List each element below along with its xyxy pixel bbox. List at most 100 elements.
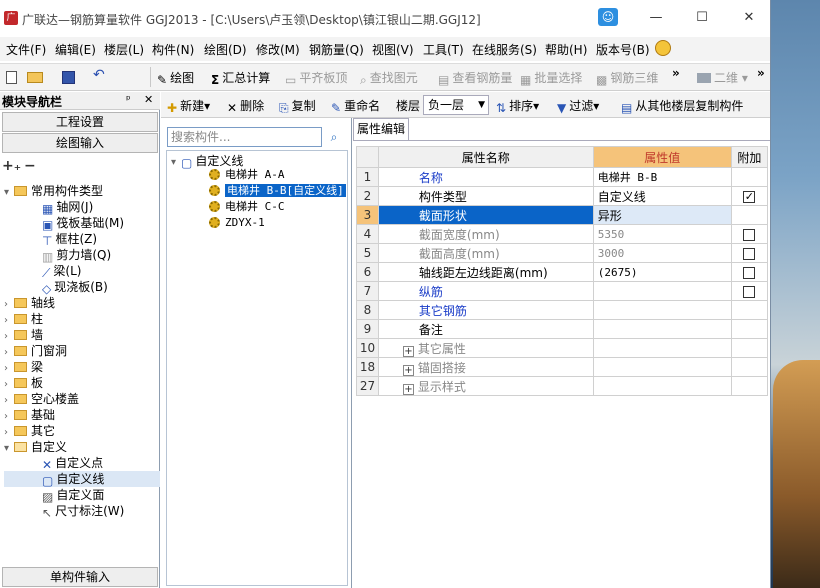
smiley-help-icon[interactable]: ☺ bbox=[598, 8, 618, 26]
property-row[interactable]: 4 截面宽度(mm) 5350 bbox=[356, 224, 769, 244]
property-row[interactable]: 6 轴线距左边线距离(mm) (2675) bbox=[356, 262, 769, 282]
tree-item-custom-point[interactable]: ✕ 自定义点 bbox=[4, 455, 160, 472]
undo-icon[interactable]: ↶ bbox=[93, 67, 105, 83]
property-row[interactable]: 1 名称 电梯井 B-B bbox=[356, 167, 769, 187]
property-value[interactable]: (2675) bbox=[592, 262, 732, 282]
toolbar-overflow-icon-2[interactable]: » bbox=[757, 66, 765, 80]
tree-node-custom[interactable]: ▾ 自定义 bbox=[4, 439, 160, 455]
nav-close-icon[interactable]: ✕ bbox=[144, 93, 153, 106]
property-row[interactable]: 2 构件类型 自定义线 ✓ bbox=[356, 186, 769, 206]
menu-modify[interactable]: 修改(M) bbox=[256, 41, 300, 58]
single-component-input-button[interactable]: 单构件输入 bbox=[2, 567, 158, 587]
tree-node-other[interactable]: › 其它 bbox=[4, 423, 160, 439]
component-item[interactable]: 电梯井 A-A bbox=[167, 167, 347, 183]
checkbox[interactable] bbox=[743, 285, 756, 298]
property-value[interactable]: 异形 bbox=[592, 205, 732, 225]
maximize-button[interactable]: ☐ bbox=[688, 6, 716, 30]
user-face-icon[interactable] bbox=[655, 40, 671, 56]
menu-version[interactable]: 版本号(B) bbox=[596, 41, 650, 58]
checkbox[interactable] bbox=[743, 266, 756, 279]
delete-button[interactable]: ✕ 删除 bbox=[227, 97, 264, 115]
collapse-all-icon[interactable]: − bbox=[24, 158, 36, 174]
tree-node-slab[interactable]: › 板 bbox=[4, 375, 160, 391]
component-item-selected[interactable]: 电梯井 B-B[自定义线] bbox=[167, 183, 347, 199]
find-element-button[interactable]: ⌕ 查找图元 bbox=[360, 69, 418, 88]
expand-plus-icon[interactable]: + bbox=[402, 383, 414, 395]
pin-icon[interactable]: ᵖ bbox=[126, 93, 131, 106]
open-folder-icon[interactable] bbox=[27, 72, 43, 83]
component-tree-root[interactable]: ▾ ▢ 自定义线 bbox=[167, 151, 347, 170]
drawing-input-button[interactable]: 绘图输入 bbox=[2, 133, 158, 153]
tree-node-wall[interactable]: › 墙 bbox=[4, 327, 160, 343]
close-button[interactable]: ✕ bbox=[735, 6, 763, 30]
copy-from-floor-button[interactable]: ▤ 从其他楼层复制构件 bbox=[621, 97, 743, 115]
tree-item-shear-wall[interactable]: ▥ 剪力墙(Q) bbox=[4, 247, 160, 264]
menu-edit[interactable]: 编辑(E) bbox=[55, 41, 96, 58]
checkbox[interactable] bbox=[743, 247, 756, 260]
menu-rebar-quantity[interactable]: 钢筋量(Q) bbox=[309, 41, 364, 58]
tree-node-door-window[interactable]: › 门窗洞 bbox=[4, 343, 160, 359]
property-row[interactable]: 7 纵筋 bbox=[356, 281, 769, 301]
floor-select[interactable]: 负一层 ▼ bbox=[423, 95, 489, 115]
menu-online-service[interactable]: 在线服务(S) bbox=[472, 41, 537, 58]
menu-view[interactable]: 视图(V) bbox=[372, 41, 414, 58]
new-component-button[interactable]: ✚ 新建▾ bbox=[167, 97, 210, 115]
property-group-row[interactable]: 18 + 锚固搭接 bbox=[356, 357, 769, 377]
property-row-selected[interactable]: 3 截面形状 异形 bbox=[356, 205, 769, 225]
menu-component[interactable]: 构件(N) bbox=[152, 41, 194, 58]
menu-file[interactable]: 文件(F) bbox=[6, 41, 46, 58]
sum-calc-button[interactable]: Σ 汇总计算 bbox=[211, 69, 270, 87]
tab-property-edit[interactable]: 属性编辑 bbox=[353, 118, 409, 140]
tree-item-custom-face[interactable]: ▨ 自定义面 bbox=[4, 487, 160, 504]
tree-item-axis-grid[interactable]: ▦ 轴网(J) bbox=[4, 199, 160, 216]
tree-node-hollow-floor[interactable]: › 空心楼盖 bbox=[4, 391, 160, 407]
search-input[interactable]: 搜索构件... bbox=[167, 127, 322, 147]
tree-item-custom-line-selected[interactable]: ▢ 自定义线 bbox=[4, 471, 160, 488]
tree-node-beam[interactable]: › 梁 bbox=[4, 359, 160, 375]
checkbox[interactable] bbox=[743, 228, 756, 241]
property-value[interactable]: 5350 bbox=[592, 224, 732, 244]
checkbox-checked[interactable]: ✓ bbox=[743, 190, 756, 203]
component-item[interactable]: 电梯井 C-C bbox=[167, 199, 347, 215]
tree-item-beam[interactable]: ⟋ 梁(L) bbox=[4, 263, 160, 280]
expand-plus-icon[interactable]: + bbox=[402, 364, 414, 376]
property-row[interactable]: 9 备注 bbox=[356, 319, 769, 339]
toolbar-overflow-icon[interactable]: » bbox=[672, 66, 680, 80]
rebar-3d-button[interactable]: ▩ 钢筋三维 bbox=[596, 69, 658, 87]
draw-button[interactable]: ✎ 绘图 bbox=[157, 69, 194, 87]
tree-item-cast-slab[interactable]: ◇ 现浇板(B) bbox=[4, 279, 160, 296]
copy-button[interactable]: ⎘ 复制 bbox=[279, 97, 316, 116]
property-value[interactable] bbox=[592, 281, 732, 301]
menu-draw[interactable]: 绘图(D) bbox=[204, 41, 247, 58]
property-group-row[interactable]: 10 + 其它属性 bbox=[356, 338, 769, 358]
flatten-slab-button[interactable]: ▭ 平齐板顶 bbox=[285, 69, 347, 87]
minimize-button[interactable]: — bbox=[642, 6, 670, 30]
property-value[interactable]: 自定义线 bbox=[592, 186, 732, 206]
property-value[interactable]: 3000 bbox=[592, 243, 732, 263]
rename-button[interactable]: ✎ 重命名 bbox=[331, 97, 380, 115]
property-row[interactable]: 5 截面高度(mm) 3000 bbox=[356, 243, 769, 263]
batch-select-button[interactable]: ▦ 批量选择 bbox=[520, 69, 582, 87]
tree-node-column[interactable]: › 柱 bbox=[4, 311, 160, 327]
property-value[interactable] bbox=[592, 319, 732, 339]
tree-node-common[interactable]: ▾ 常用构件类型 bbox=[4, 183, 160, 199]
tree-node-foundation[interactable]: › 基础 bbox=[4, 407, 160, 423]
project-settings-button[interactable]: 工程设置 bbox=[2, 112, 158, 132]
tree-node-axis-line[interactable]: › 轴线 bbox=[4, 295, 160, 311]
menu-tools[interactable]: 工具(T) bbox=[423, 41, 464, 58]
tree-item-frame-column[interactable]: ⊤ 框柱(Z) bbox=[4, 231, 160, 248]
tree-item-dimension[interactable]: ↖ 尺寸标注(W) bbox=[4, 503, 160, 520]
property-row[interactable]: 8 其它钢筋 bbox=[356, 300, 769, 320]
property-value[interactable] bbox=[592, 300, 732, 320]
sort-button[interactable]: ⇅ 排序▾ bbox=[496, 97, 539, 115]
save-icon[interactable] bbox=[62, 71, 75, 84]
menu-floor[interactable]: 楼层(L) bbox=[104, 41, 144, 58]
view-rebar-button[interactable]: ▤ 查看钢筋量 bbox=[438, 69, 512, 87]
view-mode-dropdown[interactable]: 二维 ▾ bbox=[697, 69, 748, 86]
menu-help[interactable]: 帮助(H) bbox=[545, 41, 587, 58]
component-item[interactable]: ZDYX-1 bbox=[167, 215, 347, 231]
property-group-row[interactable]: 27 + 显示样式 bbox=[356, 376, 769, 396]
new-file-icon[interactable] bbox=[6, 71, 17, 84]
tree-item-raft-foundation[interactable]: ▣ 筏板基础(M) bbox=[4, 215, 160, 232]
search-icon[interactable]: ⌕ bbox=[324, 127, 344, 147]
